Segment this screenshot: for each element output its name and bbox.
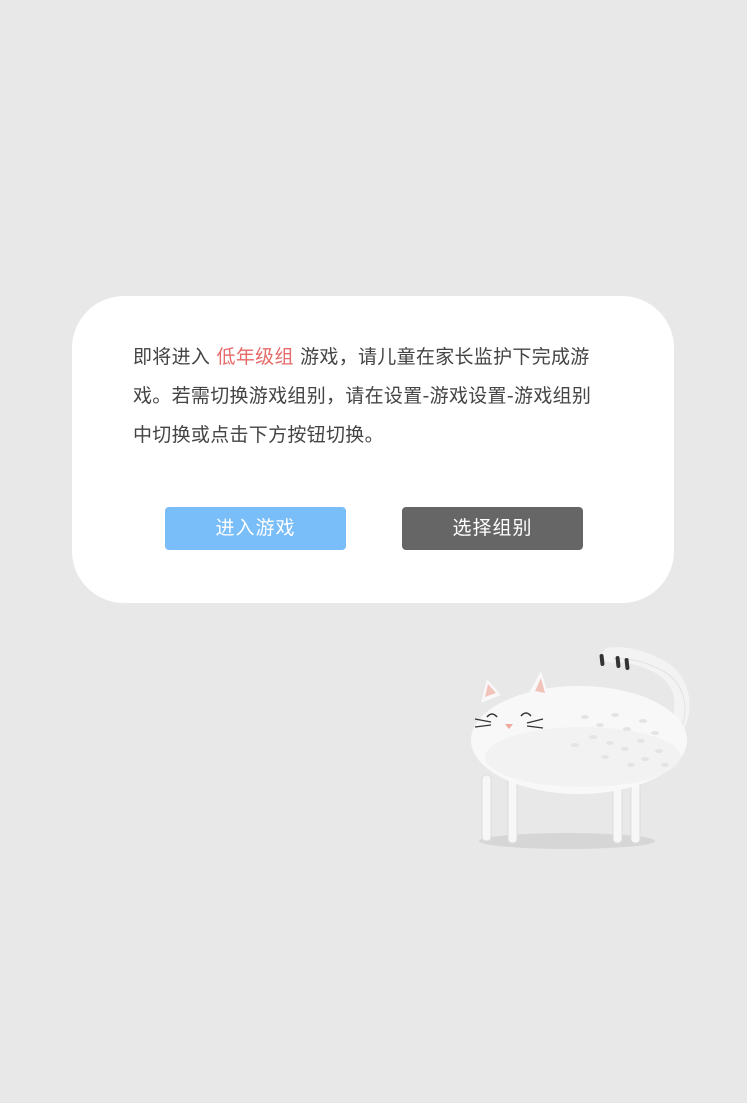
select-group-button[interactable]: 选择组别	[402, 507, 583, 550]
grade-group-highlight: 低年级组	[216, 346, 294, 368]
cat-illustration	[455, 645, 695, 860]
dialog-message: 即将进入 低年级组 游戏，请儿童在家长监护下完成游戏。若需切换游戏组别，请在设置…	[133, 338, 603, 455]
enter-game-button[interactable]: 进入游戏	[165, 507, 346, 550]
cat-icon	[471, 647, 690, 849]
grade-group-dialog: 即将进入 低年级组 游戏，请儿童在家长监护下完成游戏。若需切换游戏组别，请在设置…	[72, 296, 674, 603]
message-text-start: 即将进入	[133, 346, 217, 368]
